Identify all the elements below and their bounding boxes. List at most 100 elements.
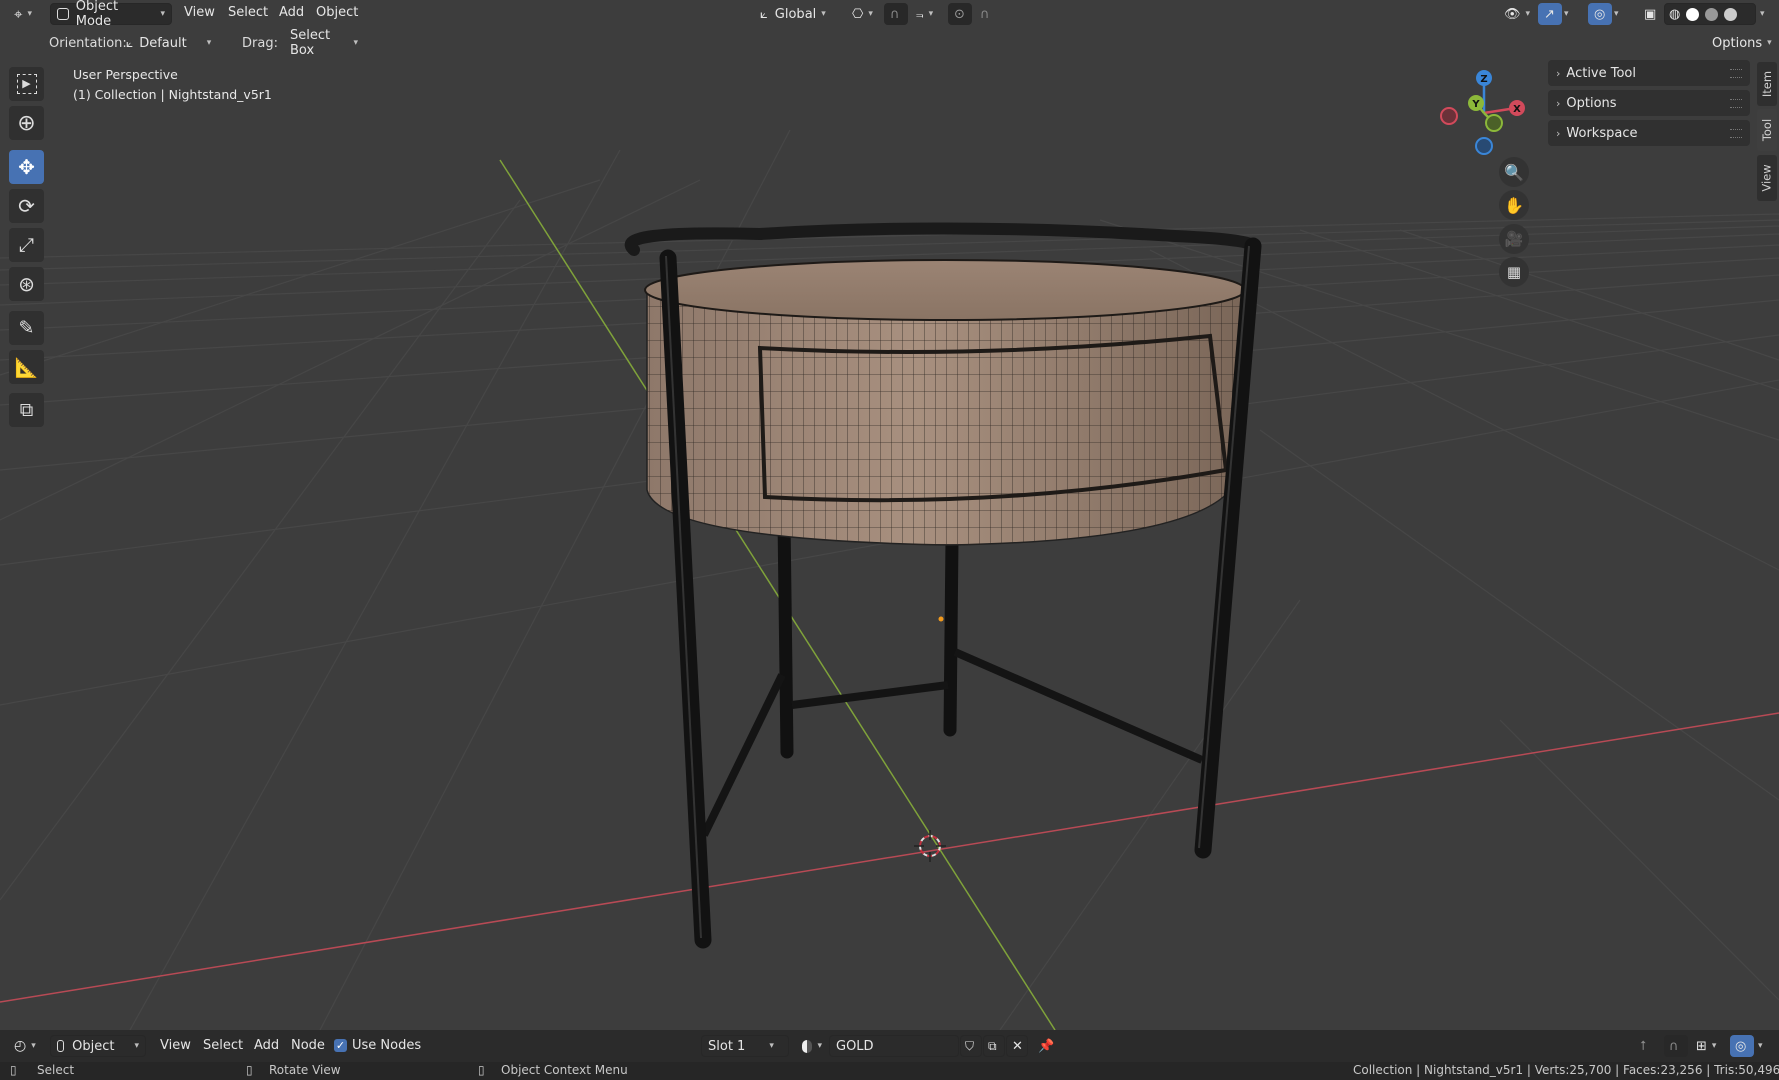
menu-add[interactable]: Add [279, 5, 304, 20]
active-collection-label: (1) Collection | Nightstand_v5r1 [73, 87, 272, 102]
transform-orientation-dropdown[interactable]: ⟀ Global ▾ [754, 3, 840, 25]
use-nodes-checkbox[interactable]: ✓ Use Nodes [334, 1038, 421, 1053]
shading-dropdown[interactable]: ▾ [1758, 3, 1776, 25]
pivot-point-dropdown[interactable]: ⎔ ▾ [846, 3, 880, 25]
transform-icon: ⊛ [18, 272, 35, 296]
gizmo-x-negative [1440, 107, 1458, 125]
mode-dropdown[interactable]: Object Mode ▾ [50, 0, 172, 29]
gizmo-dropdown[interactable]: ▾ [1562, 3, 1576, 25]
unlink-material-button[interactable]: ✕ [1006, 1035, 1028, 1057]
measure-ruler-icon: 📐 [14, 356, 39, 379]
menu-select[interactable]: Select [228, 5, 268, 20]
camera-view-button[interactable]: 🎥 [1499, 224, 1529, 254]
overlays-toggle[interactable]: ◎ [1588, 3, 1612, 25]
node-overlays-toggle[interactable]: ◎ [1730, 1035, 1754, 1057]
add-cube-tool[interactable]: ⧉ [9, 393, 44, 427]
mode-label: Object Mode [75, 0, 119, 29]
parent-node-tree-button[interactable]: ⭡ [1636, 1035, 1658, 1057]
view-perspective-label: User Perspective [73, 67, 178, 82]
shader-editor-type-dropdown[interactable]: ◴ ▾ [8, 1035, 46, 1057]
wireframe-shading-icon[interactable]: ◍ [1669, 7, 1680, 22]
node-menu-select[interactable]: Select [203, 1038, 243, 1053]
material-slot-dropdown[interactable]: Slot 1 ▾ [701, 1035, 789, 1057]
node-menu-add[interactable]: Add [254, 1038, 279, 1053]
drag-setting-dropdown[interactable]: Select Box ▾ [284, 28, 364, 58]
visibility-dropdown[interactable]: 👁 ▾ [1498, 3, 1534, 25]
checkbox-checked-icon: ✓ [334, 1039, 347, 1052]
navigation-gizmo[interactable]: Z X Y [1436, 66, 1536, 158]
proportional-edit-toggle[interactable]: ⊙ [948, 3, 972, 25]
snap-target-dropdown[interactable]: ⫬ ▾ [910, 3, 944, 25]
orientation-setting-dropdown[interactable]: ⟀ Default ▾ [120, 32, 228, 54]
tab-tool[interactable]: Tool [1757, 109, 1777, 151]
cursor-tool[interactable]: ⊕ [9, 106, 44, 140]
perspective-toggle-button[interactable]: ▦ [1499, 257, 1529, 287]
drag-grip-icon[interactable] [1730, 69, 1742, 78]
status-middle-hint: Rotate View [269, 1063, 341, 1077]
proportional-falloff-dropdown[interactable]: ∩ [974, 3, 1004, 25]
panel-active-tool[interactable]: › Active Tool [1548, 60, 1750, 86]
viewport-header: ⌖ ▾ Object Mode ▾ View Select Add Object ⟀… [0, 0, 1779, 29]
close-icon: ✕ [1012, 1038, 1023, 1054]
drag-grip-icon[interactable] [1730, 99, 1742, 108]
chevron-right-icon: › [1556, 126, 1561, 140]
3d-cursor-icon [914, 830, 946, 862]
transform-tool[interactable]: ⊛ [9, 267, 44, 301]
duplicate-material-button[interactable]: ⧉ [983, 1035, 1005, 1057]
node-menu-view[interactable]: View [160, 1038, 191, 1053]
pin-button[interactable]: 📌 [1034, 1035, 1056, 1057]
material-browse-dropdown[interactable]: ▾ [796, 1035, 828, 1057]
panel-active-tool-label: Active Tool [1566, 65, 1637, 81]
drag-setting-value: Select Box [290, 28, 331, 58]
select-box-tool[interactable]: ▶ [9, 67, 44, 101]
status-bar: ▯ Select ▯ Rotate View ▯ Object Context … [0, 1062, 1779, 1080]
snap-toggle[interactable]: ∩ [884, 3, 908, 25]
gizmo-toggle[interactable]: ↗ [1538, 3, 1562, 25]
material-shading-icon[interactable] [1705, 7, 1719, 21]
xray-toggle[interactable]: ▣ [1638, 3, 1660, 25]
pivot-icon: ⎔ [852, 6, 864, 22]
orientation-setting-label: Orientation: [49, 36, 127, 51]
options-label: Options [1712, 35, 1763, 51]
hand-icon: ✋ [1504, 195, 1524, 215]
scale-tool[interactable]: ⤢ [9, 228, 44, 262]
fake-user-toggle[interactable]: ⛉ [960, 1035, 982, 1057]
material-name-field[interactable]: GOLD [829, 1035, 959, 1057]
mouse-middle-icon: ▯ [246, 1063, 253, 1077]
shader-type-dropdown[interactable]: Object ▾ [50, 1035, 146, 1057]
menu-object[interactable]: Object [316, 5, 358, 20]
rendered-shading-icon[interactable] [1724, 7, 1738, 21]
move-tool[interactable]: ✥ [9, 150, 44, 184]
editor-type-dropdown[interactable]: ⌖ ▾ [8, 3, 46, 25]
gizmo-z-negative [1475, 137, 1493, 155]
panel-workspace[interactable]: › Workspace [1548, 120, 1750, 146]
axes-icon: ⌖ [14, 5, 23, 23]
node-snap-toggle[interactable]: ∩ [1664, 1035, 1688, 1057]
gizmo-y-label: Y [1471, 99, 1480, 110]
select-box-icon: ▶ [16, 74, 37, 94]
options-dropdown[interactable]: Options ▾ [1706, 32, 1774, 54]
pan-button[interactable]: ✋ [1499, 190, 1529, 220]
magnet-icon: ∩ [1669, 1038, 1679, 1054]
status-right-hint: Object Context Menu [501, 1063, 628, 1077]
overlays-dropdown[interactable]: ▾ [1612, 3, 1626, 25]
zoom-button[interactable]: 🔍 [1499, 157, 1529, 187]
snap-increment-icon: ⫬ [916, 6, 924, 22]
annotate-tool[interactable]: ✎ [9, 311, 44, 345]
measure-tool[interactable]: 📐 [9, 350, 44, 384]
node-overlays-dropdown[interactable]: ▾ [1756, 1035, 1774, 1057]
drag-grip-icon[interactable] [1730, 129, 1742, 138]
drag-setting-label: Drag: [242, 36, 278, 51]
tab-view[interactable]: View [1757, 155, 1777, 201]
panel-options[interactable]: › Options [1548, 90, 1750, 116]
duplicate-icon: ⧉ [988, 1038, 997, 1053]
tab-item[interactable]: Item [1757, 62, 1777, 106]
solid-shading-icon[interactable] [1686, 7, 1700, 21]
menu-view[interactable]: View [184, 5, 215, 20]
node-menu-node[interactable]: Node [291, 1038, 325, 1053]
rotate-tool[interactable]: ⟳ [9, 189, 44, 223]
panel-options-label: Options [1566, 95, 1617, 111]
panel-workspace-label: Workspace [1566, 125, 1638, 141]
orientation-setting-value: Default [139, 35, 187, 51]
node-snap-dropdown[interactable]: ⊞ ▾ [1690, 1035, 1724, 1057]
